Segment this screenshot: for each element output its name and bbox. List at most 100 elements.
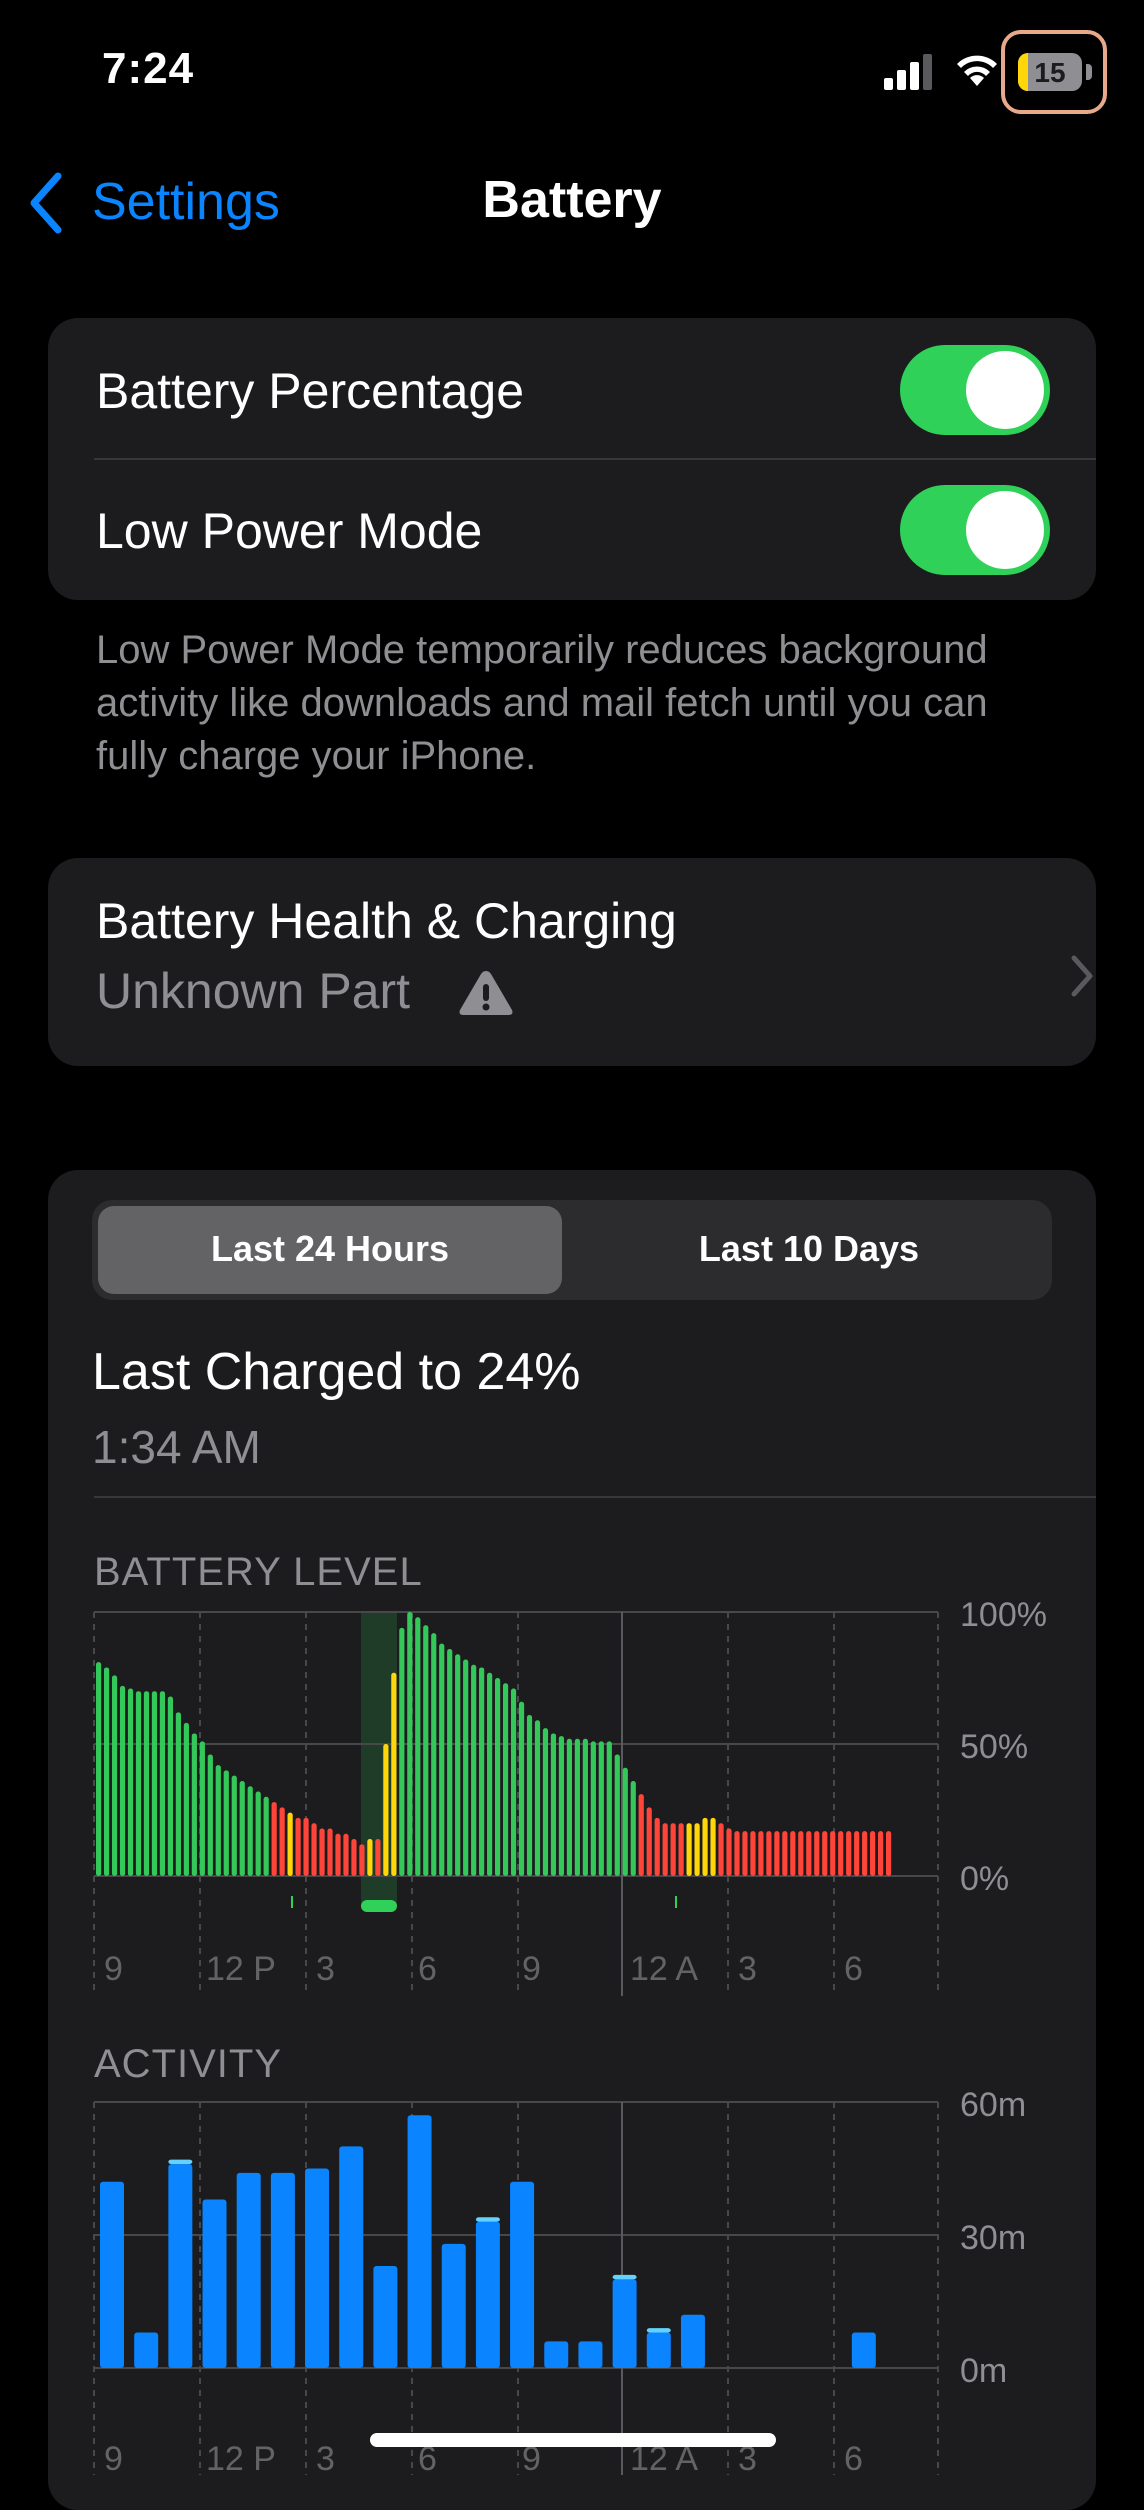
battery-level-bar	[399, 1627, 405, 1876]
battery-level-bar	[870, 1831, 876, 1876]
battery-level-bar	[135, 1691, 142, 1876]
activity-bar	[510, 2181, 535, 2368]
battery-level-bar	[630, 1780, 636, 1876]
battery-percentage-label: Battery Percentage	[96, 363, 525, 419]
battery-level-bar	[479, 1667, 485, 1876]
battery-level-bar	[662, 1823, 668, 1876]
battery-level-bar	[199, 1741, 205, 1876]
battery-level-bar	[319, 1828, 325, 1876]
activity-bar	[202, 2199, 227, 2368]
battery-icon: 15	[1018, 53, 1082, 91]
battery-level-bar	[407, 1612, 413, 1876]
activity-bar	[134, 2332, 159, 2368]
battery-level-bar	[103, 1667, 110, 1876]
battery-level-bar	[686, 1823, 692, 1876]
toggles-group: Battery Percentage Low Power Mode	[48, 318, 1096, 600]
activity-bar	[441, 2243, 466, 2368]
battery-level-bar	[742, 1831, 748, 1876]
home-indicator	[370, 2433, 776, 2447]
activity-bar	[544, 2341, 569, 2368]
cellular-signal-icon	[884, 54, 932, 90]
last-charged-time: 1:34 AM	[92, 1421, 261, 1473]
battery-level-bar	[455, 1654, 461, 1876]
activity-bar	[851, 2332, 876, 2368]
battery-level-bar	[726, 1828, 732, 1876]
battery-level-bar	[279, 1807, 285, 1876]
y-tick-label: 0%	[960, 1860, 1009, 1898]
battery-level-bar	[510, 1688, 517, 1876]
time-range-segmented-control: Last 24 Hours Last 10 Days	[92, 1200, 1052, 1300]
tab-last-24-hours[interactable]: Last 24 Hours	[98, 1228, 562, 1270]
tab-last-10-days[interactable]: Last 10 Days	[572, 1228, 1046, 1270]
x-tick-label: 6	[418, 1950, 437, 1988]
activity-bar	[236, 2172, 261, 2368]
battery-level-bar	[127, 1688, 134, 1876]
battery-level-bar	[351, 1839, 357, 1876]
battery-level-bar	[96, 1662, 102, 1876]
battery-level-bar	[271, 1802, 277, 1876]
battery-level-bar	[518, 1701, 525, 1876]
battery-level-bar	[167, 1696, 174, 1876]
battery-level-bar	[598, 1741, 604, 1876]
y-tick-label: 60m	[960, 2086, 1026, 2124]
page-title: Battery	[482, 171, 662, 229]
battery-level-bar	[239, 1780, 245, 1876]
x-tick-label: 12 A	[630, 1950, 698, 1988]
battery-level-bar	[790, 1831, 796, 1876]
battery-level-bar	[295, 1817, 301, 1876]
battery-level-bar	[327, 1828, 333, 1876]
battery-level-bar	[886, 1831, 892, 1876]
battery-level-bar	[838, 1831, 844, 1876]
battery-level-bar	[694, 1823, 700, 1876]
chevron-right-icon	[1071, 955, 1093, 997]
activity-bar	[168, 2164, 193, 2368]
battery-level-bar	[431, 1633, 437, 1876]
status-time: 7:24	[102, 44, 195, 93]
x-tick-label: 12 P	[206, 2440, 276, 2475]
battery-level-bar	[646, 1807, 652, 1876]
battery-health-row[interactable]: Battery Health & Charging Unknown Part	[48, 858, 1096, 1066]
activity-bar	[578, 2341, 603, 2368]
battery-level-bar	[774, 1831, 780, 1876]
battery-level-bar	[111, 1675, 118, 1876]
low-power-mode-toggle[interactable]	[900, 485, 1050, 575]
x-tick-label: 3	[738, 1950, 757, 1988]
battery-level-bar	[670, 1823, 676, 1876]
battery-level-bar	[734, 1831, 740, 1876]
activity-bar	[270, 2172, 295, 2368]
battery-level-bar	[806, 1831, 812, 1876]
battery-level-bar	[471, 1664, 477, 1876]
activity-bar	[339, 2146, 364, 2368]
battery-level-bar	[590, 1741, 596, 1876]
activity-bar-screen-off	[612, 2274, 637, 2280]
battery-level-bar	[766, 1831, 772, 1876]
activity-bar-screen-off	[475, 2217, 500, 2222]
battery-health-label: Battery Health & Charging	[96, 893, 677, 949]
battery-level-bar	[375, 1839, 381, 1876]
battery-level-bar	[822, 1831, 828, 1876]
battery-level-bar	[846, 1831, 852, 1876]
battery-level-bar	[718, 1823, 724, 1876]
last-charged-label: Last Charged to 24%	[92, 1343, 581, 1401]
battery-level-bar	[215, 1765, 221, 1876]
battery-level-bar	[758, 1831, 764, 1876]
battery-level-bar	[463, 1659, 469, 1876]
battery-level-bar	[678, 1823, 684, 1876]
battery-percentage-toggle[interactable]	[900, 345, 1050, 435]
battery-level-bar	[175, 1712, 181, 1876]
battery-level-bar	[606, 1741, 612, 1876]
x-tick-label: 12 P	[206, 1950, 276, 1988]
activity-bar	[407, 2115, 432, 2368]
battery-level-bar	[287, 1812, 293, 1876]
battery-level-bar	[303, 1817, 309, 1876]
battery-level-bar	[550, 1733, 557, 1876]
battery-level-bar	[383, 1744, 389, 1876]
divider	[94, 458, 1096, 460]
battery-level-bar	[534, 1720, 541, 1876]
activity-bar	[373, 2266, 398, 2368]
battery-level-bar	[654, 1817, 660, 1876]
warning-icon	[459, 971, 513, 1015]
battery-level-bar	[183, 1722, 189, 1876]
battery-level-bar	[415, 1617, 421, 1876]
battery-level-bar	[391, 1672, 397, 1876]
